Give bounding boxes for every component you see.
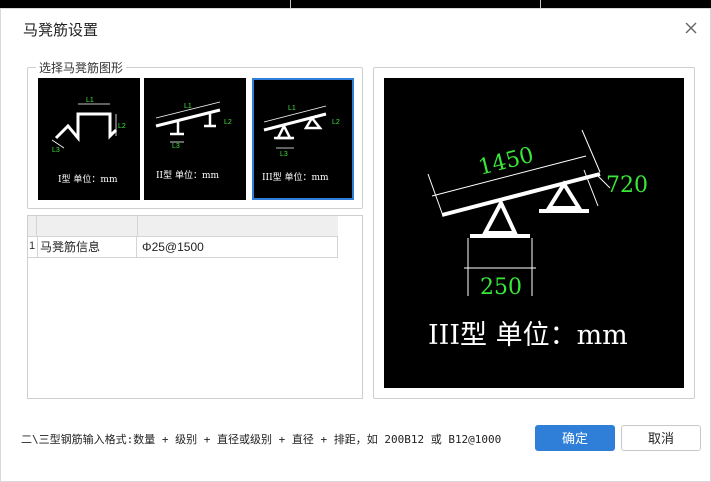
background-line	[290, 0, 291, 8]
cancel-button[interactable]: 取消	[621, 425, 701, 451]
type-3-label-l1: L1	[288, 105, 296, 112]
group-label: 选择马凳筋图形	[36, 59, 127, 76]
type-1-caption: I型 单位：mm	[58, 173, 118, 185]
dim-side-label: 720	[606, 173, 648, 198]
type-3-diagram: L1 L2 L3 III型 单位：mm	[262, 105, 340, 183]
preview-caption: III型 单位：mm	[428, 320, 628, 351]
dialog-title: 马凳筋设置	[23, 22, 99, 39]
type-3-large-diagram: 1450 720 250 III型 单位：mm	[427, 129, 648, 351]
property-table: 1 马凳筋信息 Φ25@1500	[27, 215, 363, 399]
preview-canvas: 1450 720 250 III型 单位：mm	[384, 78, 684, 388]
type-1-label-l3: L3	[52, 147, 60, 154]
type-1-diagram: L1 L2 L3 I型 单位：mm	[51, 97, 126, 185]
dim-top-label: 1450	[476, 143, 536, 181]
type-2-caption: II型 单位：mm	[156, 169, 220, 181]
table-header	[28, 216, 338, 237]
type-3-caption: III型 单位：mm	[262, 171, 329, 183]
background-line	[540, 0, 541, 8]
shape-option-type-2[interactable]: L1 L2 L3 II型 单位：mm	[144, 78, 246, 200]
type-2-label-l2: L2	[224, 119, 232, 126]
shape-selection-group: 选择马凳筋图形 L1 L2 L3 I型 单位：mm L1 L2 L3 II型 单…	[27, 59, 363, 209]
ma-deng-jin-dialog: 马凳筋设置 选择马凳筋图形 L1 L2 L3 I型 单位：mm L1 L2 L3…	[0, 8, 711, 482]
ok-button[interactable]: 确定	[535, 425, 615, 451]
input-format-hint: 二\三型钢筋输入格式:数量 + 级别 + 直径或级别 + 直径 + 排距，如 2…	[21, 433, 502, 446]
row-index: 1	[29, 240, 36, 252]
table-header-name-column	[36, 216, 138, 236]
type-3-label-l3: L3	[280, 151, 288, 158]
preview-panel: 1450 720 250 III型 单位：mm	[373, 67, 695, 399]
shape-option-type-1[interactable]: L1 L2 L3 I型 单位：mm	[38, 78, 140, 200]
type-1-label-l1: L1	[86, 97, 94, 104]
shape-option-type-3[interactable]: L1 L2 L3 III型 单位：mm	[252, 78, 354, 200]
close-icon[interactable]	[684, 21, 698, 35]
row-value-cell[interactable]: Φ25@1500	[140, 237, 338, 257]
type-2-label-l1: L1	[184, 103, 192, 110]
type-2-diagram: L1 L2 L3 II型 单位：mm	[155, 101, 232, 181]
dim-bottom-label: 250	[480, 275, 522, 300]
row-name: 马凳筋信息	[37, 237, 137, 257]
type-3-label-l2: L2	[332, 119, 340, 126]
type-2-label-l3: L3	[172, 143, 180, 150]
type-1-label-l2: L2	[118, 123, 126, 130]
table-row[interactable]: 1 马凳筋信息 Φ25@1500	[28, 237, 338, 258]
